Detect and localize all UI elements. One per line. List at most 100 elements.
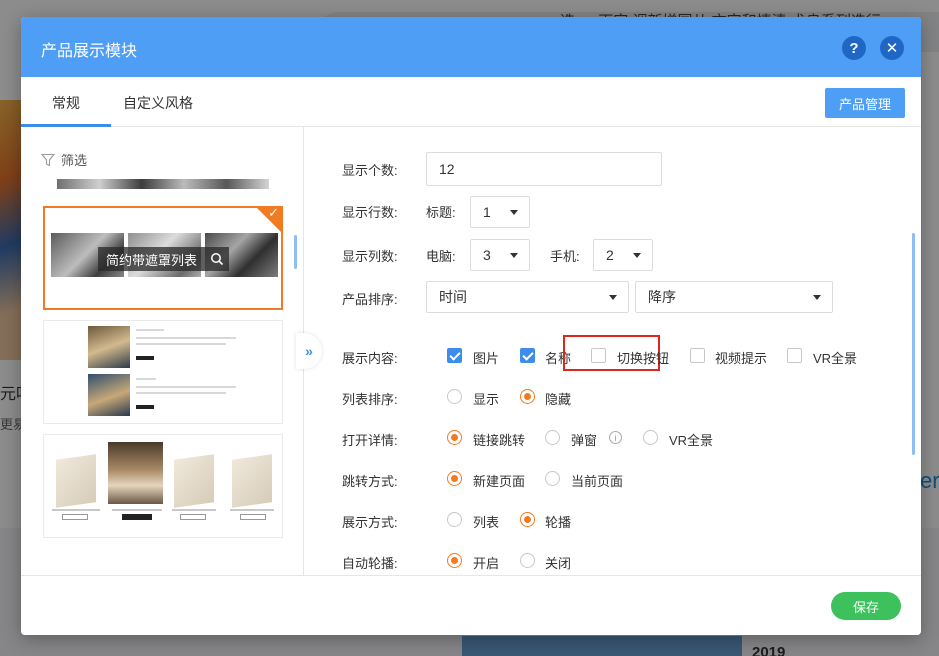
- open-detail-vr-label: VR全景: [669, 433, 714, 448]
- dialog-footer: 保存: [21, 575, 921, 635]
- style-card-label: 简约带遮罩列表: [98, 247, 206, 271]
- open-detail-vr-radio[interactable]: [643, 430, 658, 445]
- content-video-hint-label: 视频提示: [715, 351, 768, 366]
- sort-order-value: 降序: [648, 289, 676, 305]
- display-count-input[interactable]: 12: [426, 152, 662, 186]
- autoplay-on-radio[interactable]: [447, 553, 462, 568]
- display-list-label: 列表: [473, 515, 500, 530]
- close-icon[interactable]: ✕: [880, 36, 904, 60]
- chevron-down-icon: [813, 295, 821, 300]
- cols-mobile-label: 手机:: [550, 249, 580, 264]
- style-thumb-image: [56, 454, 96, 508]
- style-list-panel: 筛选 简约带遮罩列表 ✓: [21, 127, 304, 575]
- display-list-radio[interactable]: [447, 512, 462, 527]
- jump-current-page-radio[interactable]: [545, 471, 560, 486]
- autoplay-off-label: 关闭: [545, 556, 572, 571]
- content-toggle-button-label: 切换按钮: [617, 351, 670, 366]
- tab-custom-style[interactable]: 自定义风格: [123, 93, 193, 113]
- jump-new-page-radio[interactable]: [447, 471, 462, 486]
- style-thumb-button: [180, 514, 206, 520]
- sort-field-value: 时间: [439, 289, 467, 305]
- display-count-label: 显示个数:: [342, 163, 398, 178]
- style-card-partial-image: [57, 179, 269, 189]
- content-toggle-button-checkbox[interactable]: [591, 348, 606, 363]
- sort-field-select[interactable]: 时间: [426, 281, 629, 313]
- style-thumb-image: [232, 454, 272, 508]
- tab-bar: 常规 自定义风格 产品管理: [21, 77, 921, 127]
- style-thumb-text: [136, 329, 164, 331]
- style-thumb-button: [240, 514, 266, 520]
- save-button[interactable]: 保存: [831, 592, 901, 620]
- cols-mobile-select[interactable]: 2: [593, 239, 653, 271]
- jump-current-page-label: 当前页面: [571, 474, 624, 489]
- content-name-checkbox[interactable]: [520, 348, 535, 363]
- check-icon: ✓: [268, 205, 279, 220]
- chevron-down-icon: [510, 210, 518, 215]
- search-icon: [211, 253, 224, 266]
- chevron-down-icon: [633, 253, 641, 258]
- list-sort-hide-radio[interactable]: [520, 389, 535, 404]
- cols-pc-select[interactable]: 3: [470, 239, 530, 271]
- chevron-down-icon: [510, 253, 518, 258]
- style-card-partial[interactable]: [43, 179, 283, 193]
- style-thumb-text: [136, 337, 236, 339]
- filter-button[interactable]: 筛选: [41, 150, 87, 169]
- list-sort-show-radio[interactable]: [447, 389, 462, 404]
- autoplay-on-label: 开启: [473, 556, 500, 571]
- style-thumb-text: [52, 509, 100, 511]
- sort-label: 产品排序:: [342, 292, 398, 307]
- style-thumb-button: [62, 514, 88, 520]
- filter-label: 筛选: [61, 153, 88, 168]
- preview-button[interactable]: [205, 247, 229, 271]
- jump-new-page-label: 新建页面: [473, 474, 526, 489]
- style-thumb-text: [172, 509, 216, 511]
- style-thumb-text: [136, 392, 226, 394]
- style-thumb-button: [122, 514, 152, 520]
- rows-select[interactable]: 1: [470, 196, 530, 228]
- content-image-label: 图片: [473, 351, 500, 366]
- display-carousel-radio[interactable]: [520, 512, 535, 527]
- tab-general[interactable]: 常规: [52, 93, 80, 113]
- help-icon[interactable]: ?: [842, 36, 866, 60]
- sort-order-select[interactable]: 降序: [635, 281, 833, 313]
- settings-form: 显示个数: 12 显示行数: 标题: 1 显示列数: 电脑: 3 手机: 2 产…: [305, 127, 921, 575]
- open-detail-link-radio[interactable]: [447, 430, 462, 445]
- content-label: 展示内容:: [342, 351, 398, 366]
- cols-pc-value: 3: [483, 247, 491, 263]
- style-card-selected[interactable]: 简约带遮罩列表 ✓: [43, 205, 283, 310]
- product-manage-button[interactable]: 产品管理: [825, 88, 905, 118]
- chevron-down-icon: [609, 295, 617, 300]
- cols-pc-label: 电脑:: [426, 249, 456, 264]
- display-carousel-label: 轮播: [545, 515, 572, 530]
- style-list-scrollbar[interactable]: [294, 235, 297, 269]
- display-rows-label: 显示行数:: [342, 205, 398, 220]
- style-thumb-image: [88, 326, 130, 368]
- style-thumb-text: [136, 343, 226, 345]
- style-thumb-button: [136, 356, 154, 360]
- autoplay-off-radio[interactable]: [520, 553, 535, 568]
- style-card[interactable]: [43, 434, 283, 538]
- autoplay-label: 自动轮播:: [342, 556, 398, 571]
- jump-mode-label: 跳转方式:: [342, 474, 398, 489]
- content-video-hint-checkbox[interactable]: [690, 348, 705, 363]
- display-cols-label: 显示列数:: [342, 249, 398, 264]
- open-detail-label: 打开详情:: [342, 433, 398, 448]
- style-card[interactable]: [43, 320, 283, 424]
- style-thumb-image: [88, 374, 130, 416]
- style-thumb-image: [174, 454, 214, 508]
- open-detail-popup-radio[interactable]: [545, 430, 560, 445]
- list-sort-label: 列表排序:: [342, 392, 398, 407]
- list-sort-show-label: 显示: [473, 392, 500, 407]
- style-thumb-image: [108, 442, 163, 504]
- style-thumb-text: [112, 509, 162, 511]
- content-vr-checkbox[interactable]: [787, 348, 802, 363]
- info-icon[interactable]: i: [609, 431, 622, 444]
- filter-icon: [41, 153, 55, 166]
- content-image-checkbox[interactable]: [447, 348, 462, 363]
- display-mode-label: 展示方式:: [342, 515, 398, 530]
- settings-scrollbar[interactable]: [912, 233, 915, 455]
- style-thumb-text: [136, 386, 236, 388]
- content-vr-label: VR全景: [813, 351, 858, 366]
- open-detail-link-label: 链接跳转: [473, 433, 526, 448]
- list-sort-hide-label: 隐藏: [545, 392, 572, 407]
